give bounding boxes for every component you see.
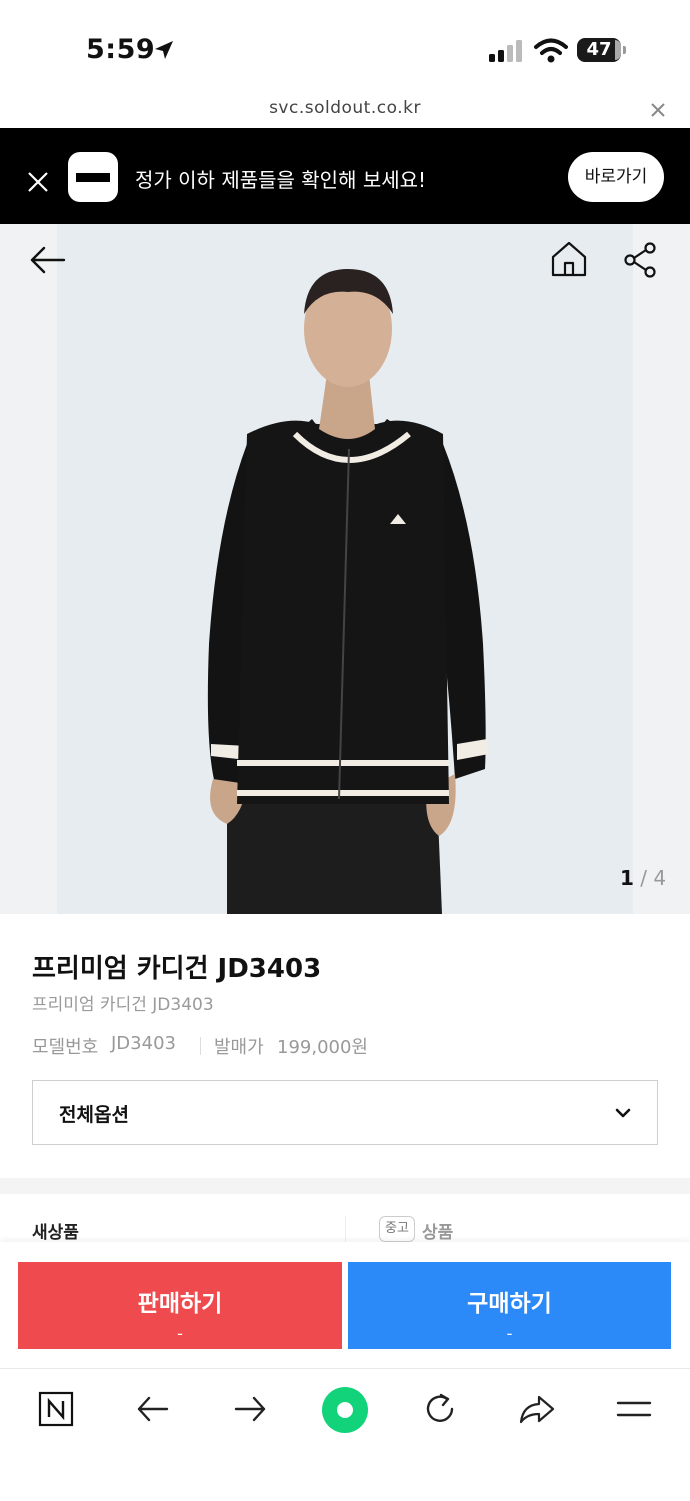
product-subtitle: 프리미엄 카디건 JD3403	[32, 995, 214, 1015]
info-divider	[200, 1037, 201, 1055]
buy-button-price: -	[506, 1324, 513, 1343]
back-arrow-icon[interactable]	[28, 240, 68, 280]
close-icon[interactable]	[648, 100, 668, 120]
tab-divider	[345, 1216, 346, 1242]
battery-level-text: 47	[586, 39, 612, 60]
image-counter-separator: /	[640, 866, 648, 890]
menu-icon[interactable]	[614, 1389, 654, 1429]
tab-used-product[interactable]: 상품	[422, 1218, 453, 1243]
close-icon[interactable]	[26, 170, 50, 194]
status-time: 5:59	[86, 34, 156, 65]
tab-new-product[interactable]: 새상품	[32, 1218, 79, 1243]
logo-bar	[76, 173, 110, 182]
browser-toolbar	[0, 1368, 690, 1501]
promo-banner: 정가 이하 제품들을 확인해 보세요! 바로가기	[0, 128, 690, 224]
sell-button-price: -	[177, 1324, 183, 1343]
sell-button[interactable]: 판매하기 -	[18, 1262, 342, 1349]
home-icon[interactable]	[549, 239, 589, 279]
image-counter: 1 / 4	[620, 866, 666, 890]
release-price-value: 199,000원	[277, 1037, 368, 1058]
green-dot-icon[interactable]	[320, 1385, 370, 1435]
option-select[interactable]: 전체옵션	[32, 1080, 658, 1145]
product-title: 프리미엄 카디건 JD3403	[32, 954, 322, 984]
image-counter-total: 4	[653, 866, 667, 890]
forward-share-icon[interactable]	[517, 1389, 557, 1429]
wifi-icon	[534, 38, 568, 63]
naver-n-icon[interactable]	[36, 1389, 76, 1429]
release-price-label: 발매가	[214, 1037, 264, 1058]
reload-icon[interactable]	[420, 1389, 460, 1429]
banner-go-button[interactable]: 바로가기	[568, 152, 664, 202]
buy-button-label: 구매하기	[467, 1291, 552, 1317]
nav-forward-icon[interactable]	[230, 1389, 270, 1429]
model-number-label: 모델번호	[32, 1037, 99, 1058]
chevron-down-icon	[615, 1108, 631, 1118]
share-icon[interactable]	[622, 240, 658, 280]
battery-tip	[623, 46, 626, 54]
image-counter-current: 1	[620, 866, 634, 890]
product-photo	[57, 224, 633, 914]
logo-icon	[68, 152, 118, 202]
nav-back-icon[interactable]	[133, 1389, 173, 1429]
product-image-gallery[interactable]	[0, 224, 690, 914]
section-divider	[0, 1178, 690, 1194]
action-bar: 판매하기 - 구매하기 -	[0, 1242, 690, 1368]
sell-button-label: 판매하기	[137, 1291, 223, 1317]
buy-button[interactable]: 구매하기 -	[348, 1262, 671, 1349]
battery-icon: 47	[577, 38, 627, 64]
banner-text: 정가 이하 제품들을 확인해 보세요!	[135, 168, 427, 192]
option-select-label: 전체옵션	[59, 1104, 129, 1126]
used-badge: 중고	[379, 1216, 415, 1242]
model-number-value: JD3403	[111, 1033, 176, 1054]
url-text[interactable]: svc.soldout.co.kr	[0, 98, 690, 118]
location-arrow-icon	[155, 41, 173, 59]
cellular-signal-icon	[489, 40, 522, 62]
